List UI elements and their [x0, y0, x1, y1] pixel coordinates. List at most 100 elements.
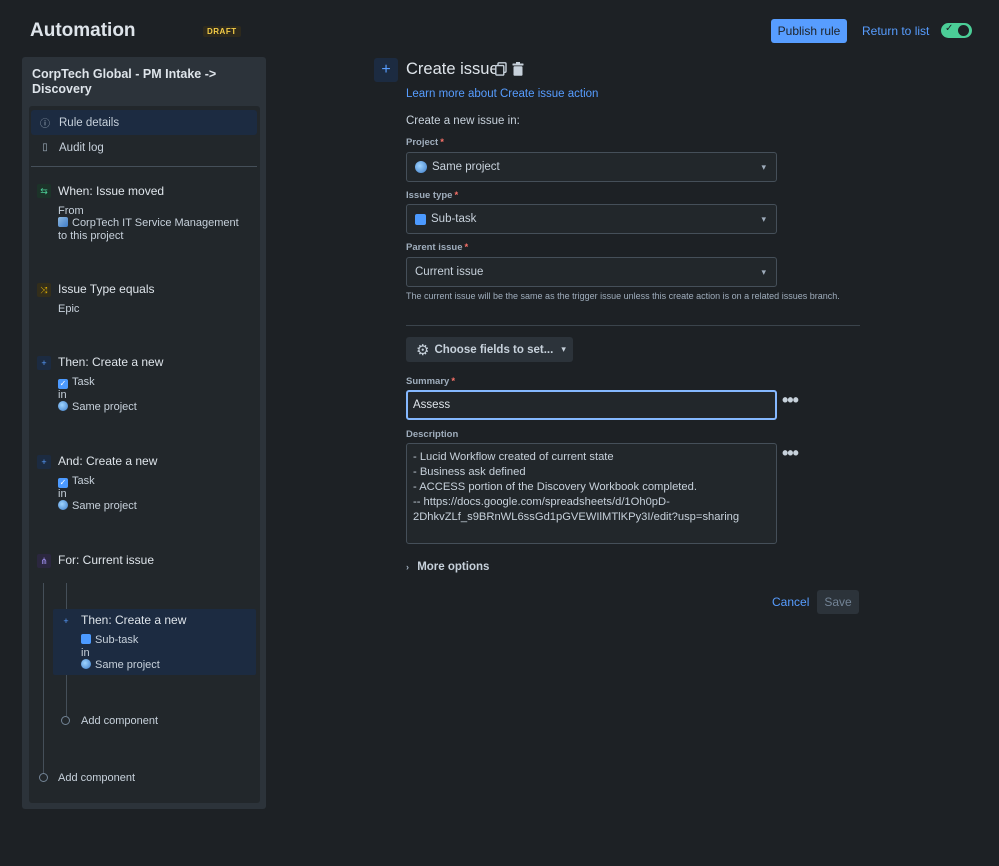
more-icon[interactable]: ••• — [782, 443, 798, 464]
chevron-right-icon: › — [406, 562, 409, 572]
choose-fields-label: Choose fields to set... — [434, 344, 553, 356]
issue-type-select[interactable]: Sub-task ▾ — [406, 204, 777, 234]
summary-label-text: Summary — [406, 376, 449, 387]
page-title: Automation — [30, 20, 136, 42]
parent-select-value: Current issue — [415, 266, 483, 278]
parent-issue-label: Parent issue* — [406, 242, 468, 253]
chevron-down-icon: ▾ — [561, 344, 566, 355]
return-to-list-link[interactable]: Return to list — [862, 24, 929, 38]
issue-type-label: Issue type* — [406, 190, 458, 201]
action2-type-label: Task — [72, 475, 95, 487]
rule-details-label: Rule details — [59, 117, 119, 129]
branch-icon: ⋔ — [37, 554, 51, 568]
nav-divider — [31, 166, 257, 167]
trigger-project-name: CorpTech IT Service Management — [72, 217, 239, 229]
required-marker: * — [440, 137, 444, 148]
trigger-project: CorpTech IT Service Management — [58, 217, 239, 229]
action2-project: Same project — [58, 500, 137, 512]
project-select-value: Same project — [432, 161, 500, 173]
issue-type-label-text: Issue type — [406, 190, 452, 201]
action2-in: in — [58, 488, 67, 500]
task-icon: ✓ — [58, 379, 68, 389]
project-icon — [81, 659, 91, 669]
parent-helper-text: The current issue will be the same as th… — [406, 290, 846, 302]
form-divider — [406, 325, 860, 326]
description-textarea[interactable]: - Lucid Workflow created of current stat… — [406, 443, 777, 544]
action1-type: ✓ Task — [58, 376, 95, 389]
action-title: Create issue — [406, 60, 499, 79]
cancel-button[interactable]: Cancel — [772, 595, 809, 609]
branch-action-type: Sub-task — [81, 634, 138, 646]
add-component-main[interactable]: Add component — [58, 772, 135, 784]
parent-issue-select[interactable]: Current issue ▾ — [406, 257, 777, 287]
description-label: Description — [406, 429, 458, 440]
draft-badge: DRAFT — [203, 26, 241, 37]
condition-value: Epic — [58, 303, 79, 315]
parent-label-text: Parent issue — [406, 242, 463, 253]
main-connector — [43, 583, 44, 773]
save-button[interactable]: Save — [817, 590, 859, 614]
info-icon: ⓘ — [39, 115, 51, 130]
branch-step[interactable]: For: Current issue — [58, 553, 154, 567]
action2-type: ✓ Task — [58, 475, 95, 488]
branch-action-type-label: Sub-task — [95, 634, 138, 646]
plus-icon: + — [59, 614, 73, 628]
action-step-1[interactable]: Then: Create a new — [58, 355, 163, 369]
trigger-to: to this project — [58, 230, 123, 242]
shuffle-icon: ⤨ — [37, 283, 51, 297]
chevron-down-icon: ▾ — [761, 267, 766, 278]
more-options-label: More options — [417, 561, 489, 573]
required-marker: * — [465, 242, 469, 253]
action-plus-icon: + — [374, 58, 398, 82]
subtask-icon — [415, 214, 426, 225]
copy-icon[interactable] — [495, 62, 507, 76]
description-line: -- https://docs.google.com/spreadsheets/… — [413, 495, 770, 510]
required-marker: * — [451, 376, 455, 387]
condition-step[interactable]: Issue Type equals — [58, 282, 155, 296]
learn-more-link[interactable]: Learn more about Create issue action — [406, 88, 598, 100]
action1-in: in — [58, 389, 67, 401]
trigger-icon: ⇆ — [37, 184, 51, 198]
project-select[interactable]: Same project ▾ — [406, 152, 777, 182]
chevron-down-icon: ▾ — [761, 162, 766, 173]
branch-action-project-label: Same project — [95, 659, 160, 671]
project-icon — [58, 500, 68, 510]
action1-project: Same project — [58, 401, 137, 413]
chevron-down-icon: ▾ — [761, 214, 766, 225]
rule-details-nav[interactable]: ⓘ Rule details — [31, 110, 257, 135]
summary-input[interactable] — [406, 390, 777, 420]
audit-log-label: Audit log — [59, 142, 104, 154]
form-intro: Create a new issue in: — [406, 115, 520, 127]
branch-action-project: Same project — [81, 659, 160, 671]
rule-name: CorpTech Global - PM Intake -> Discovery — [32, 67, 242, 97]
more-icon[interactable]: ••• — [782, 390, 798, 411]
itsm-project-icon — [58, 217, 68, 227]
description-line: - Business ask defined — [413, 465, 770, 480]
toggle-knob — [958, 25, 969, 36]
required-marker: * — [454, 190, 458, 201]
add-dot-icon — [39, 773, 48, 782]
trigger-step[interactable]: When: Issue moved — [58, 184, 164, 198]
action-step-2[interactable]: And: Create a new — [58, 454, 157, 468]
rule-enabled-toggle[interactable]: ✓ — [941, 23, 972, 38]
subtask-icon — [81, 634, 91, 644]
add-component-branch[interactable]: Add component — [81, 715, 158, 727]
audit-log-nav[interactable]: ▯ Audit log — [31, 135, 257, 160]
project-icon — [415, 161, 427, 173]
action1-type-label: Task — [72, 376, 95, 388]
publish-rule-button[interactable]: Publish rule — [771, 19, 847, 43]
project-label-text: Project — [406, 137, 438, 148]
trigger-from: From — [58, 205, 84, 217]
plus-icon: + — [37, 455, 51, 469]
choose-fields-button[interactable]: ⚙ Choose fields to set... ▾ — [406, 337, 573, 362]
description-line: 2DhkvZLf_s9BRnWL6ssGd1pGVEWIlMTlKPy3I/ed… — [413, 510, 770, 525]
branch-action-title: Then: Create a new — [81, 613, 186, 627]
task-icon: ✓ — [58, 478, 68, 488]
add-dot-icon — [61, 716, 70, 725]
more-options-toggle[interactable]: › More options — [406, 561, 489, 573]
project-icon — [58, 401, 68, 411]
summary-label: Summary* — [406, 376, 455, 387]
trash-icon[interactable] — [512, 62, 524, 76]
description-line: - Lucid Workflow created of current stat… — [413, 450, 770, 465]
check-icon: ✓ — [945, 23, 953, 34]
